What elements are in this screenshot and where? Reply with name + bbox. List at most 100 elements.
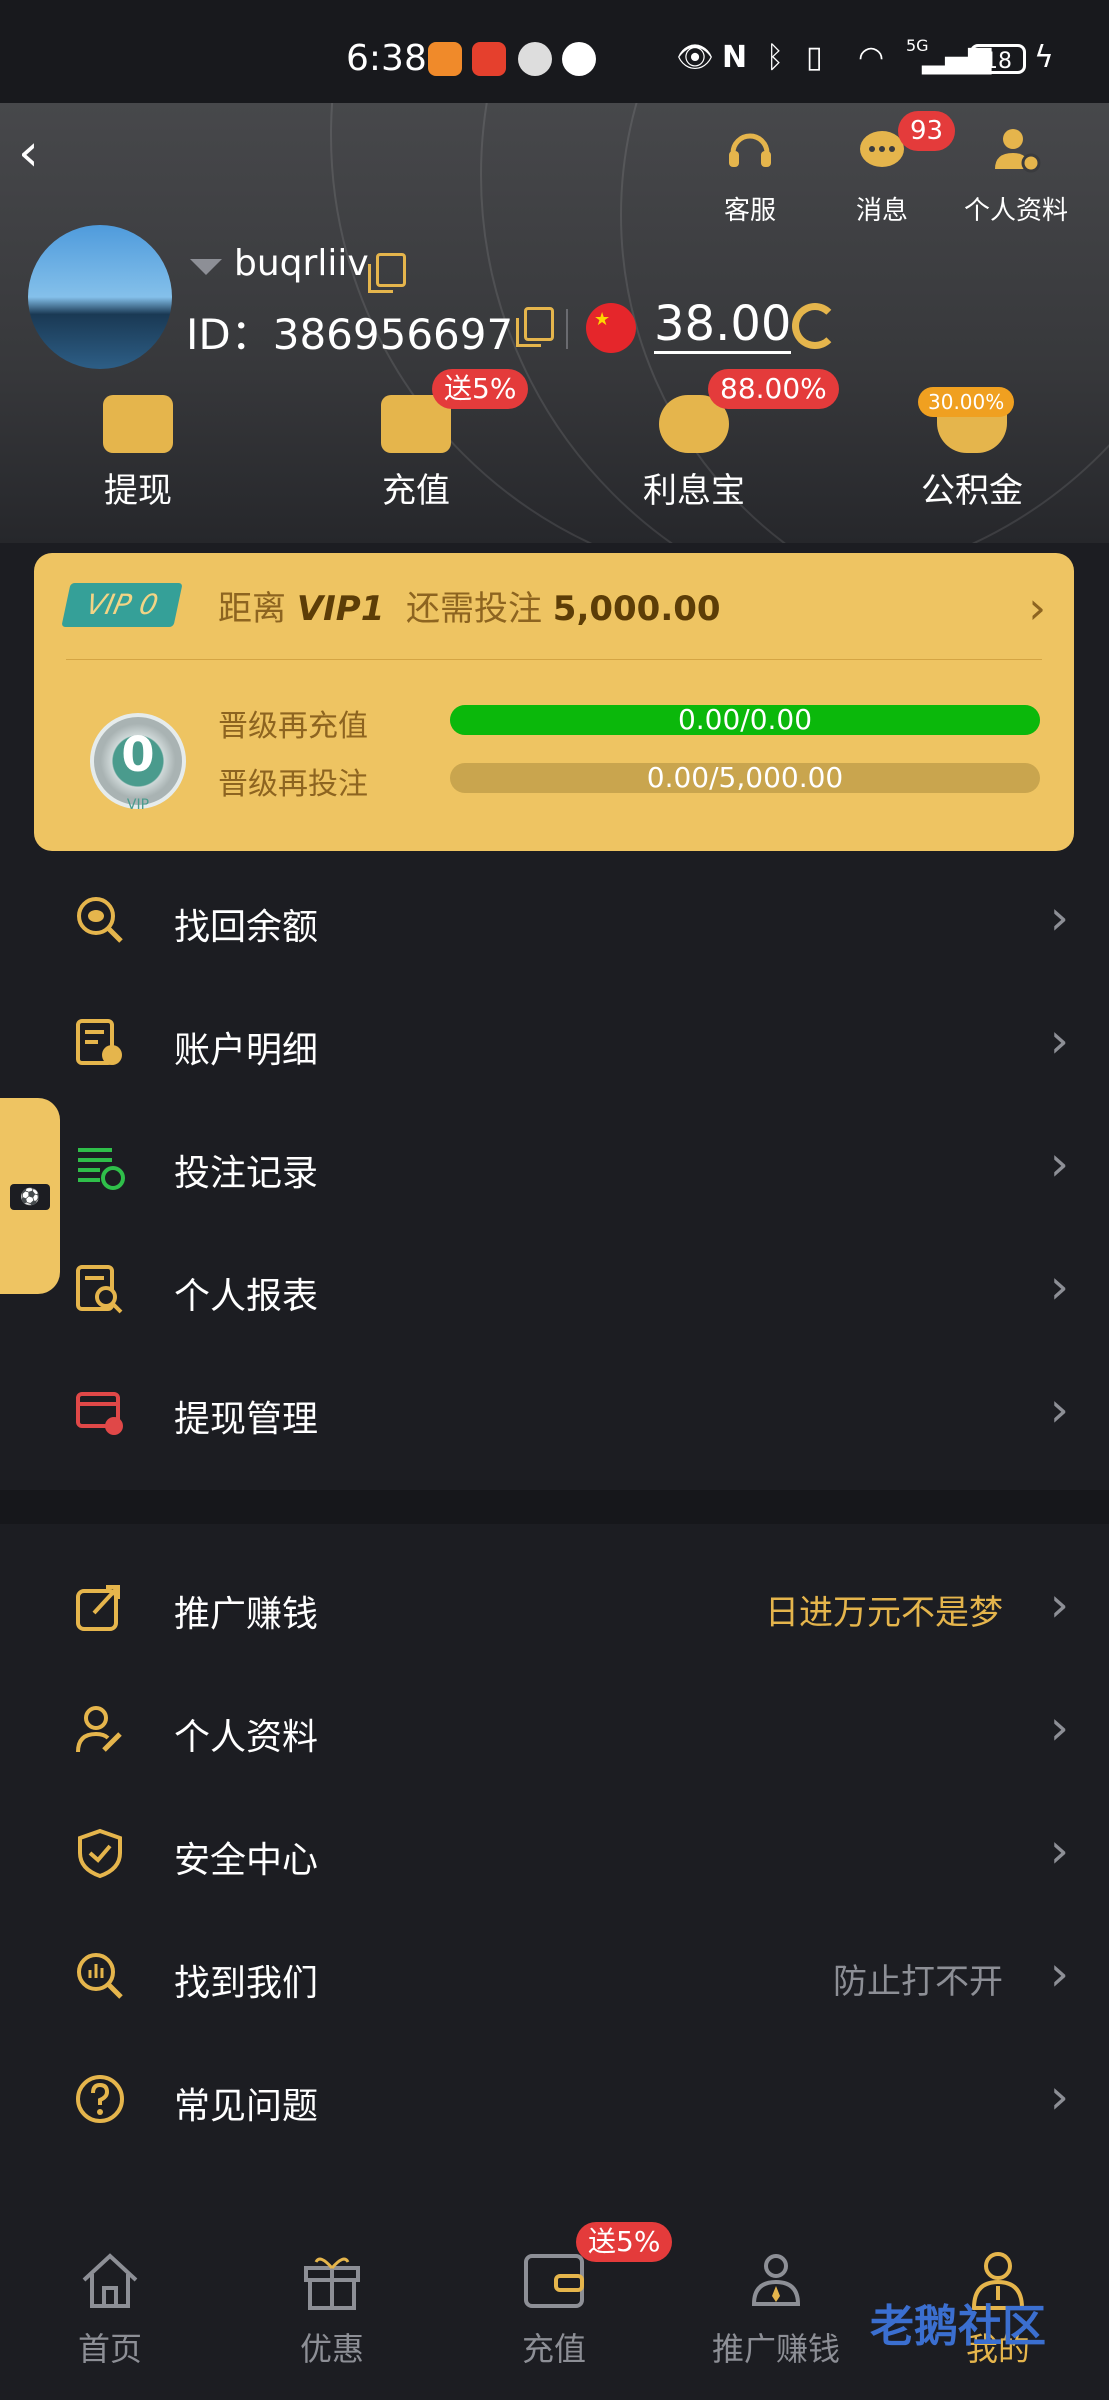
chevron-right-icon: ›: [1049, 1013, 1069, 1069]
bet-progress-text: 0.00/5,000.00: [646, 761, 844, 794]
user-id: ID：386956697: [186, 310, 514, 359]
message-count-badge: 93: [898, 111, 956, 151]
section-divider: [0, 1490, 1109, 1524]
status-bar: 6:38 👁 N ᛒ ▯ ◠ 5G ▂▄▆ 18 ϟ: [0, 0, 1109, 103]
chevron-right-icon: ›: [1028, 583, 1046, 634]
avatar[interactable]: [28, 225, 172, 369]
menu-item-security-center[interactable]: 安全中心 ›: [0, 1793, 1109, 1915]
menu-label: 个人报表: [174, 1276, 319, 1317]
username: buqrliiv: [234, 243, 369, 284]
tab-promotions[interactable]: 优惠: [252, 2250, 412, 2370]
question-icon: [76, 2075, 124, 2123]
menu-item-bet-records[interactable]: 投注记录 ›: [0, 1106, 1109, 1228]
vip-card[interactable]: VIP 0 距离 VIP1 还需投注 5,000.00 › 0 VIP 晋级再充…: [34, 553, 1074, 851]
eye-icon: 👁: [676, 40, 715, 75]
interest-treasure-label: 利息宝: [643, 471, 745, 511]
recharge-progress-bar: 0.00/0.00: [450, 705, 1040, 735]
profile-header: ‹ 客服 消息 93 个人资料 buqrliiv ID：386956697 ★ …: [0, 103, 1109, 543]
status-time: 6:38: [346, 38, 427, 79]
menu-label: 投注记录: [174, 1153, 319, 1194]
refresh-icon[interactable]: [792, 303, 838, 349]
promote-slogan: 日进万元不是梦: [765, 1593, 1003, 1633]
menu-item-profile[interactable]: 个人资料 ›: [0, 1670, 1109, 1792]
interest-treasure-button[interactable]: 利息宝: [594, 395, 794, 512]
menu-item-withdraw-management[interactable]: 提现管理 ›: [0, 1352, 1109, 1474]
menu-label: 个人资料: [174, 1717, 319, 1758]
withdraw-button[interactable]: 提现: [38, 395, 238, 512]
menu-label: 提现管理: [174, 1399, 319, 1440]
divider: [566, 309, 568, 349]
tab-promote-earn[interactable]: 推广赚钱: [696, 2250, 856, 2370]
wifi-icon: ◠: [858, 40, 885, 75]
bluetooth-icon: ᛒ: [766, 40, 784, 75]
tab-home[interactable]: 首页: [30, 2250, 190, 2370]
menu-item-account-details[interactable]: 账户明细 ›: [0, 983, 1109, 1105]
menu-label: 找回余额: [174, 907, 319, 948]
tab-label: 推广赚钱: [711, 2330, 840, 2368]
copy-icon[interactable]: [516, 307, 554, 347]
back-button[interactable]: ‹: [18, 127, 58, 179]
menu-item-personal-report[interactable]: 个人报表 ›: [0, 1229, 1109, 1351]
withdraw-label: 提现: [104, 471, 172, 511]
customer-service-label: 客服: [723, 196, 776, 226]
tab-label: 首页: [77, 2330, 142, 2368]
charging-icon: ϟ: [1034, 40, 1054, 75]
bet-progress-bar: 0.00/5,000.00: [450, 763, 1040, 793]
vip-need-text: 还需投注: [405, 589, 542, 629]
provident-fund-label: 公积金: [921, 471, 1023, 511]
chevron-right-icon: ›: [1049, 1382, 1069, 1438]
wallet-icon: [524, 2254, 584, 2308]
app-notification-icon: [472, 42, 506, 76]
vip-next-level-text: 距离 VIP1 还需投注 5,000.00: [218, 581, 721, 630]
people-icon: [751, 2254, 801, 2306]
watermark-logo: 老鹅社区: [870, 2301, 1046, 2352]
share-icon: [76, 1585, 120, 1631]
withdraw-manage-icon: [76, 1392, 123, 1435]
menu-label: 找到我们: [174, 1963, 319, 2004]
recharge-progress-text: 0.00/0.00: [677, 703, 813, 736]
vip-medal-level: 0: [121, 727, 155, 783]
recharge-button[interactable]: 充值: [316, 395, 516, 512]
tab-label: 充值: [521, 2330, 586, 2368]
report-search-icon: [76, 1265, 123, 1314]
copy-icon[interactable]: [368, 253, 406, 293]
customer-service-button[interactable]: 客服: [708, 123, 792, 227]
bet-progress-label: 晋级再投注: [218, 767, 368, 802]
menu-label: 常见问题: [174, 2086, 319, 2127]
vip-prefix: 距离: [218, 589, 286, 629]
battery-icon: 18: [970, 44, 1026, 74]
search-coin-icon: [77, 897, 123, 943]
chevron-right-icon: ›: [1049, 890, 1069, 946]
profile-settings-button[interactable]: 个人资料: [956, 123, 1076, 227]
profile-settings-label: 个人资料: [963, 196, 1068, 226]
app-notification-icon: [428, 42, 462, 76]
recharge-label: 充值: [382, 471, 450, 511]
chevron-right-icon: ›: [1049, 1946, 1069, 2002]
withdraw-icon: [103, 395, 173, 453]
menu-item-faq[interactable]: 常见问题 ›: [0, 2039, 1109, 2161]
vip-next-level: VIP1: [296, 589, 385, 629]
headset-icon: [729, 133, 771, 167]
vip-need-amount: 5,000.00: [552, 589, 721, 629]
menu-label: 安全中心: [174, 1840, 319, 1881]
menu-item-recover-balance[interactable]: 找回余额 ›: [0, 860, 1109, 982]
floating-game-tab[interactable]: ⚽: [0, 1098, 60, 1294]
chevron-right-icon: ›: [1049, 1700, 1069, 1756]
menu-item-find-us[interactable]: 找到我们 防止打不开 ›: [0, 1916, 1109, 2038]
china-flag-icon: ★: [586, 303, 636, 353]
tab-label: 优惠: [299, 2330, 364, 2368]
user-edit-icon: [76, 1706, 122, 1753]
chevron-right-icon: ›: [1049, 2069, 1069, 2125]
recharge-progress-label: 晋级再充值: [218, 709, 368, 744]
bet-record-icon: [78, 1148, 125, 1190]
menu-label: 推广赚钱: [174, 1594, 319, 1635]
wechat-icon: [518, 42, 552, 76]
home-icon: [82, 2253, 138, 2308]
tab-recharge[interactable]: 充值: [474, 2250, 634, 2370]
recharge-bonus-badge: 送5%: [432, 369, 529, 409]
profile-settings-icon: [995, 129, 1041, 173]
balance-amount: 38.00: [654, 296, 792, 354]
menu-item-promote-earn[interactable]: 推广赚钱 日进万元不是梦 ›: [0, 1547, 1109, 1669]
shield-check-icon: [78, 1828, 122, 1879]
provident-fund-badge: 30.00%: [918, 387, 1015, 417]
